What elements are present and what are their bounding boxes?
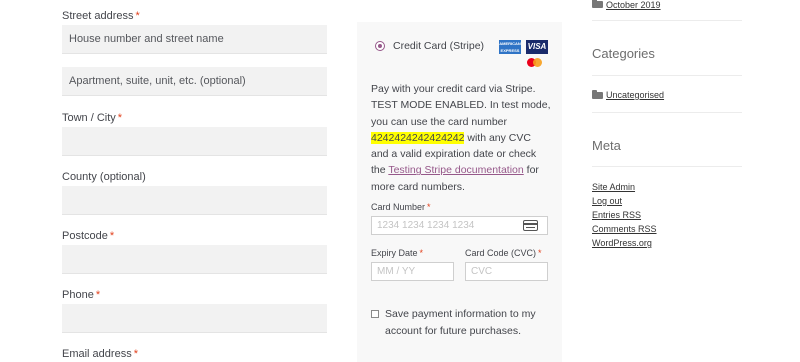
required-marker: * (419, 248, 424, 258)
meta-link-log-out[interactable]: Log out (592, 196, 622, 206)
card-code-input[interactable] (465, 262, 548, 281)
required-marker: * (117, 112, 123, 124)
expiry-date-input[interactable] (371, 262, 454, 281)
sidebar-divider (592, 166, 742, 167)
meta-link-wordpress-org[interactable]: WordPress.org (592, 238, 652, 248)
required-marker: * (109, 230, 115, 242)
categories-heading: Categories (592, 46, 655, 61)
card-number-label: Card Number * (371, 202, 431, 212)
street-address-label: Street address * (62, 10, 140, 22)
amex-card-icon: AMERICAN EXPRESS (499, 40, 521, 54)
payment-method-label[interactable]: Credit Card (Stripe) (393, 40, 484, 52)
required-marker: * (538, 248, 542, 258)
email-address-label: Email address * (62, 348, 138, 360)
required-marker: * (135, 10, 140, 22)
card-code-label: Card Code (CVC) * (465, 248, 542, 258)
expiry-date-label: Expiry Date * (371, 248, 424, 258)
postcode-input[interactable] (62, 245, 327, 274)
postcode-label: Postcode * (62, 230, 115, 242)
credit-card-icon (523, 220, 538, 231)
testing-stripe-docs-link[interactable]: Testing Stripe documentation (388, 164, 523, 176)
meta-link-site-admin[interactable]: Site Admin (592, 182, 635, 192)
phone-input[interactable] (62, 304, 327, 333)
county-label: County (optional) (62, 171, 146, 183)
visa-card-icon: VISA (526, 40, 548, 54)
county-input[interactable] (62, 186, 327, 215)
town-city-input[interactable] (62, 127, 327, 156)
sidebar-divider (592, 112, 742, 113)
archive-link-october-2019[interactable]: October 2019 (606, 0, 661, 10)
folder-icon (592, 0, 603, 8)
card-number-input[interactable] (371, 216, 548, 235)
test-card-number: 4242424242424242 (371, 131, 465, 144)
meta-link-comments-rss[interactable]: Comments RSS (592, 224, 657, 234)
payment-description: Pay with your credit card via Stripe. TE… (371, 83, 551, 193)
meta-heading: Meta (592, 138, 621, 153)
phone-label: Phone * (62, 289, 101, 301)
save-payment-label[interactable]: Save payment information to my account f… (385, 306, 545, 340)
required-marker: * (95, 289, 101, 301)
town-city-label: Town / City * (62, 112, 123, 124)
mastercard-icon (527, 57, 545, 69)
required-marker: * (427, 202, 431, 212)
folder-icon (592, 90, 603, 99)
sidebar-divider (592, 75, 742, 76)
required-marker: * (133, 348, 138, 360)
category-link-uncategorised[interactable]: Uncategorised (606, 90, 664, 100)
meta-link-entries-rss[interactable]: Entries RSS (592, 210, 641, 220)
street-address-line1-input[interactable] (62, 25, 327, 54)
save-payment-checkbox[interactable] (371, 310, 379, 318)
credit-card-radio[interactable] (375, 41, 385, 51)
street-address-line2-input[interactable] (62, 67, 327, 96)
sidebar-divider (592, 20, 742, 21)
